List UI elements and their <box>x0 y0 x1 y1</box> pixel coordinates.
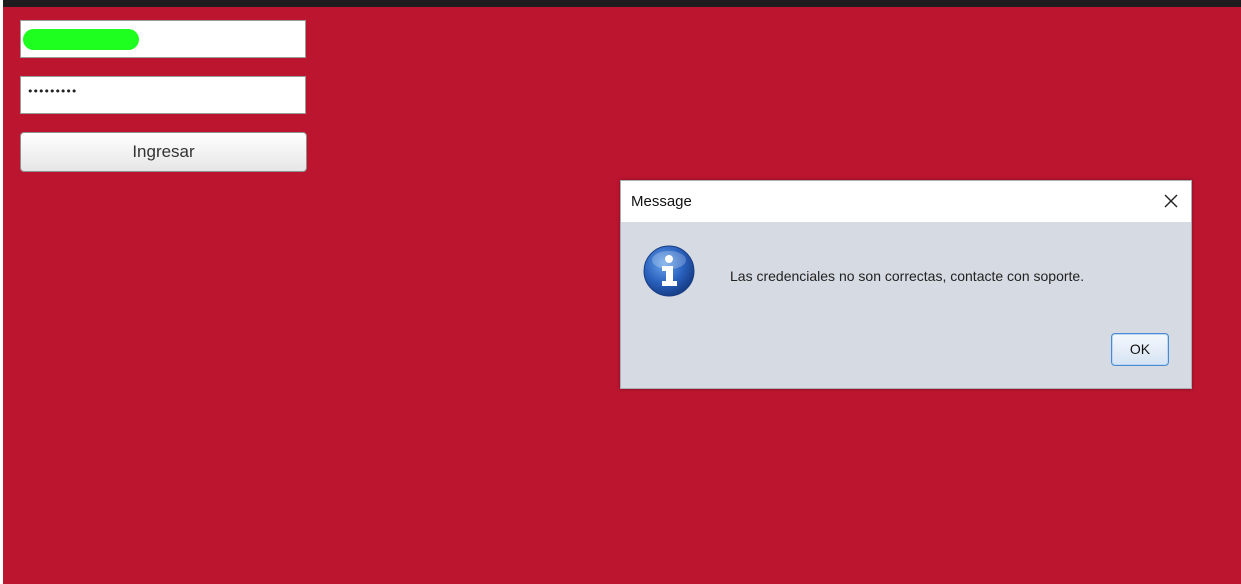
username-field[interactable] <box>20 20 306 58</box>
app-window: ••••••••• Ingresar Message Las credencia… <box>3 0 1241 584</box>
dialog-message: Las credenciales no son correctas, conta… <box>730 268 1085 284</box>
login-button[interactable]: Ingresar <box>20 132 307 172</box>
ok-button[interactable]: OK <box>1111 333 1169 366</box>
dialog-titlebar[interactable]: Message <box>621 181 1191 222</box>
dialog-title: Message <box>631 193 692 210</box>
password-mask: ••••••••• <box>27 85 77 98</box>
top-strip <box>3 0 1241 7</box>
password-field[interactable]: ••••••••• <box>20 76 306 114</box>
info-icon <box>642 244 696 298</box>
message-dialog: Message Las credenciales no son correcta… <box>620 180 1192 389</box>
username-redaction <box>23 29 139 50</box>
close-icon[interactable] <box>1157 187 1185 215</box>
